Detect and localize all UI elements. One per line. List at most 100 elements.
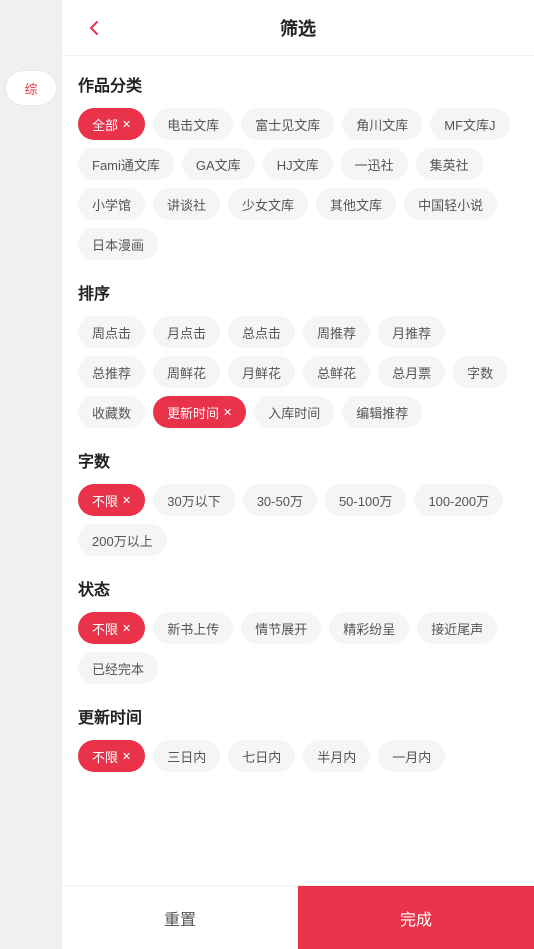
tag-item[interactable]: 不限 ✕ (78, 612, 145, 644)
status-tags: 不限 ✕ 新书上传 情节展开 精彩纷呈 接近尾声已经完本 (78, 612, 518, 684)
back-button[interactable] (78, 12, 110, 44)
tag-item[interactable]: 周推荐 (303, 316, 370, 348)
tag-item[interactable]: 100-200万 (414, 484, 503, 516)
tag-item[interactable]: GA文库 (182, 148, 255, 180)
close-icon[interactable]: ✕ (223, 406, 232, 419)
tag-label: 全部 (92, 115, 118, 134)
status-title: 状态 (78, 576, 518, 600)
tag-item[interactable]: 不限✕ (78, 740, 145, 772)
tag-label: 周推荐 (317, 323, 356, 342)
tag-label: 总点击 (242, 323, 281, 342)
tag-item[interactable]: 中国轻小说 (404, 188, 497, 220)
tag-label: 200万以上 (92, 531, 153, 550)
tag-item[interactable]: 编辑推荐 (342, 396, 422, 428)
status-section: 状态 不限 ✕ 新书上传 情节展开 精彩纷呈 接近尾声已经完本 (78, 576, 518, 684)
tag-item[interactable]: 电击文库 (153, 108, 233, 140)
tag-item[interactable]: 30-50万 (243, 484, 317, 516)
tag-item[interactable]: 三日内 (153, 740, 220, 772)
tag-label: 总推荐 (92, 363, 131, 382)
close-icon[interactable]: ✕ (122, 750, 131, 763)
tag-label: 中国轻小说 (418, 195, 483, 214)
tag-label: 总鲜花 (317, 363, 356, 382)
close-icon[interactable]: ✕ (122, 118, 131, 131)
sidebar-strip: 综 (0, 0, 62, 949)
wordcount-title: 字数 (78, 448, 518, 472)
tag-item[interactable]: 其他文库 (316, 188, 396, 220)
tag-item[interactable]: 周鲜花 (153, 356, 220, 388)
tag-label: 情节展开 (255, 619, 307, 638)
tag-label: 字数 (467, 363, 493, 382)
tag-item[interactable]: 集英社 (416, 148, 483, 180)
tag-item[interactable]: 总推荐 (78, 356, 145, 388)
tag-label: 日本漫画 (92, 235, 144, 254)
tag-item[interactable]: 月点击 (153, 316, 220, 348)
tag-item[interactable]: 讲谈社 (153, 188, 220, 220)
tag-item[interactable]: 总点击 (228, 316, 295, 348)
close-icon[interactable]: ✕ (122, 622, 131, 635)
tag-item[interactable]: 月鲜花 (228, 356, 295, 388)
tag-item[interactable]: 月推荐 (378, 316, 445, 348)
tag-item[interactable]: 角川文库 (342, 108, 422, 140)
tag-item[interactable]: 50-100万 (325, 484, 406, 516)
tag-item[interactable]: 新书上传 (153, 612, 233, 644)
tag-item[interactable]: MF文库J (430, 108, 509, 140)
tag-item[interactable]: 富士见文库 (241, 108, 334, 140)
tag-label: 富士见文库 (255, 115, 320, 134)
tag-label: Fami通文库 (92, 155, 160, 174)
tag-label: 一迅社 (355, 155, 394, 174)
close-icon[interactable]: ✕ (122, 494, 131, 507)
filter-content: 作品分类 全部✕电击文库富士见文库角川文库MF文库JFami通文库GA文库HJ文… (62, 56, 534, 885)
tag-item[interactable]: 总月票 (378, 356, 445, 388)
tag-item[interactable]: 情节展开 (241, 612, 321, 644)
tag-item[interactable]: 收藏数 (78, 396, 145, 428)
tag-label: 50-100万 (339, 491, 392, 510)
tag-item[interactable]: 不限✕ (78, 484, 145, 516)
tag-label: 精彩纷呈 (343, 619, 395, 638)
tag-item[interactable]: 半月内 (303, 740, 370, 772)
tag-label: 其他文库 (330, 195, 382, 214)
tag-label: 更新时间 (167, 403, 219, 422)
tag-item[interactable]: 全部 ✕ (78, 108, 145, 140)
tag-label: 不限 (92, 619, 118, 638)
tag-item[interactable]: HJ文库 (263, 148, 333, 180)
tag-label: MF文库J (444, 115, 495, 134)
tag-label: 月点击 (167, 323, 206, 342)
tag-label: 总月票 (392, 363, 431, 382)
footer: 重置 完成 (62, 885, 534, 949)
tag-label: 周点击 (92, 323, 131, 342)
tag-label: 月推荐 (392, 323, 431, 342)
wordcount-tags: 不限✕30万以下 30-50万 50-100万 100-200万 200万以上 (78, 484, 518, 556)
tag-item[interactable]: 精彩纷呈 (329, 612, 409, 644)
tag-item[interactable]: 小学馆 (78, 188, 145, 220)
tag-item[interactable]: 一月内 (378, 740, 445, 772)
tag-item[interactable]: 七日内 (228, 740, 295, 772)
tag-label: 月鲜花 (242, 363, 281, 382)
tag-item[interactable]: Fami通文库 (78, 148, 174, 180)
category-section: 作品分类 全部✕电击文库富士见文库角川文库MF文库JFami通文库GA文库HJ文… (78, 72, 518, 260)
tag-label: 角川文库 (356, 115, 408, 134)
tag-item[interactable]: 字数 (453, 356, 507, 388)
tag-item[interactable]: 总鲜花 (303, 356, 370, 388)
tag-item[interactable]: 30万以下 (153, 484, 234, 516)
confirm-button[interactable]: 完成 (298, 886, 534, 949)
tag-label: 三日内 (167, 747, 206, 766)
reset-button[interactable]: 重置 (62, 886, 298, 949)
tag-item[interactable]: 更新时间 ✕ (153, 396, 246, 428)
tag-item[interactable]: 入库时间 (254, 396, 334, 428)
tag-item[interactable]: 周点击 (78, 316, 145, 348)
tag-label: 新书上传 (167, 619, 219, 638)
update-time-title: 更新时间 (78, 704, 518, 728)
tag-item[interactable]: 200万以上 (78, 524, 167, 556)
tag-item[interactable]: 接近尾声 (417, 612, 497, 644)
update-time-tags: 不限✕ 三日内 七日内 半月内一月内 (78, 740, 518, 772)
tag-label: 集英社 (430, 155, 469, 174)
tag-item[interactable]: 日本漫画 (78, 228, 158, 260)
sidebar-tab-comprehensive[interactable]: 综 (5, 70, 57, 106)
tag-label: 30-50万 (257, 491, 303, 510)
wordcount-section: 字数 不限✕30万以下 30-50万 50-100万 100-200万 200万以上 (78, 448, 518, 556)
tag-label: 小学馆 (92, 195, 131, 214)
tag-label: 七日内 (242, 747, 281, 766)
tag-item[interactable]: 少女文库 (228, 188, 308, 220)
tag-item[interactable]: 已经完本 (78, 652, 158, 684)
tag-item[interactable]: 一迅社 (341, 148, 408, 180)
